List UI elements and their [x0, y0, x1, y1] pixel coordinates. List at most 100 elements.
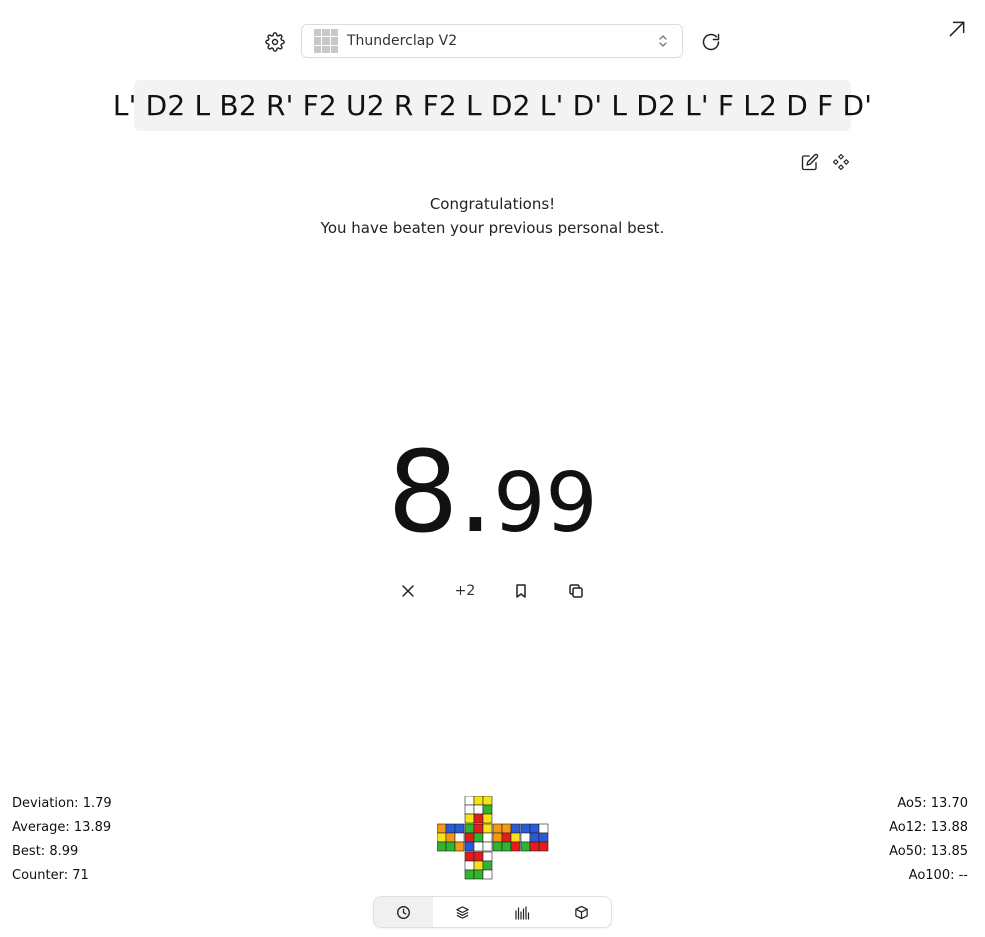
cube-sticker-u-2: [482, 796, 493, 806]
edit-scramble-button[interactable]: [799, 151, 821, 173]
message-title: Congratulations!: [429, 195, 556, 213]
cube-sticker-r-5: [510, 832, 521, 843]
cube-sticker-b-5: [538, 832, 549, 843]
cube-sticker-f-8: [482, 841, 493, 852]
cube-sticker-d-4: [473, 860, 484, 871]
settings-button[interactable]: [262, 29, 288, 55]
cube-sticker-b-8: [538, 841, 549, 852]
personal-best-message: Congratulations! You have beaten your pr…: [0, 192, 985, 240]
bottom-nav: [373, 896, 612, 928]
cube-sticker-l-0: [437, 823, 447, 834]
cube-sticker-f-0: [464, 823, 475, 834]
gear-icon: [265, 32, 285, 52]
message-body: You have beaten your previous personal b…: [320, 219, 665, 237]
cube-sticker-r-1: [501, 823, 512, 834]
copy-icon: [569, 584, 583, 598]
cube-sticker-b-3: [520, 832, 531, 843]
scramble-preview-cube-net: [437, 796, 549, 880]
cube-sticker-f-6: [464, 841, 475, 852]
cube-tab[interactable]: [552, 897, 611, 927]
close-icon: [402, 585, 414, 597]
cube-sticker-l-5: [454, 832, 465, 843]
cube-sticker-l-7: [445, 841, 456, 852]
cube-icon: [575, 905, 588, 919]
cube-sticker-r-8: [510, 841, 521, 852]
timer-separator: .: [457, 428, 494, 558]
cube-sticker-u-4: [473, 804, 484, 815]
cube-sticker-u-5: [482, 804, 493, 815]
stat-ao100: Ao100: --: [908, 868, 968, 883]
fullscreen-button[interactable]: [945, 17, 969, 41]
cube-sticker-l-6: [437, 841, 447, 852]
cube-sticker-f-5: [482, 832, 493, 843]
cube-sticker-l-8: [454, 841, 465, 852]
cube-sticker-r-4: [501, 832, 512, 843]
cube-sticker-b-7: [529, 841, 540, 852]
scramble-mode-button[interactable]: [830, 151, 852, 173]
cube-sticker-r-7: [501, 841, 512, 852]
clock-icon: [397, 905, 411, 919]
cube-sticker-l-1: [445, 823, 456, 834]
cube-sticker-f-7: [473, 841, 484, 852]
timer-fraction: 99: [493, 456, 598, 551]
cube-sticker-r-2: [510, 823, 521, 834]
puzzle-select[interactable]: Thunderclap V2: [301, 24, 683, 58]
stat-ao12: Ao12: 13.88: [889, 820, 968, 835]
puzzle-thumbnail-icon: [314, 29, 338, 53]
move-diamond-icon: [832, 153, 850, 171]
layers-icon: [456, 905, 470, 919]
cube-sticker-d-6: [464, 869, 475, 880]
stats-tab[interactable]: [493, 897, 552, 927]
arrow-up-right-icon: [949, 21, 965, 37]
cube-sticker-u-7: [473, 813, 484, 824]
plus-two-button[interactable]: +2: [451, 579, 479, 603]
cube-sticker-u-0: [464, 796, 475, 806]
stat-ao50: Ao50: 13.85: [889, 844, 968, 859]
bar-chart-icon: [515, 905, 530, 920]
bookmark-icon: [516, 584, 526, 598]
cube-sticker-d-1: [473, 851, 484, 862]
cube-sticker-r-3: [492, 832, 503, 843]
scramble-text: L' D2 L B2 R' F2 U2 R F2 L D2 L' D' L D2…: [113, 80, 872, 131]
edit-icon: [801, 153, 819, 171]
stat-ao5: Ao5: 13.70: [897, 796, 968, 811]
cube-sticker-b-4: [529, 832, 540, 843]
cube-sticker-u-8: [482, 813, 493, 824]
cube-sticker-f-3: [464, 832, 475, 843]
cube-sticker-l-2: [454, 823, 465, 834]
timer-tab[interactable]: [374, 897, 434, 927]
timer-seconds: 8: [387, 428, 458, 558]
stat-deviation: Deviation: 1.79: [12, 796, 112, 811]
timer-display[interactable]: 8.99: [0, 428, 985, 558]
stat-counter: Counter: 71: [12, 868, 89, 883]
chevron-up-down-icon: [658, 34, 668, 48]
cube-sticker-d-7: [473, 869, 484, 880]
cube-sticker-b-6: [520, 841, 531, 852]
sessions-tab[interactable]: [433, 897, 492, 927]
cube-sticker-f-4: [473, 832, 484, 843]
cube-sticker-u-1: [473, 796, 484, 806]
cube-sticker-d-3: [464, 860, 475, 871]
cube-sticker-l-4: [445, 832, 456, 843]
cube-sticker-l-3: [437, 832, 447, 843]
puzzle-name: Thunderclap V2: [347, 33, 458, 49]
cube-sticker-d-8: [482, 869, 493, 880]
cube-sticker-r-0: [492, 823, 503, 834]
bookmark-button[interactable]: [509, 579, 533, 603]
new-scramble-button[interactable]: [698, 29, 724, 55]
stat-best: Best: 8.99: [12, 844, 79, 859]
cube-sticker-d-2: [482, 851, 493, 862]
stat-average: Average: 13.89: [12, 820, 112, 835]
cube-sticker-d-5: [482, 860, 493, 871]
session-stats: Deviation: 1.79 Average: 13.89 Best: 8.9…: [12, 792, 112, 888]
cube-sticker-f-2: [482, 823, 493, 834]
cube-sticker-b-1: [529, 823, 540, 834]
cube-sticker-f-1: [473, 823, 484, 834]
cube-sticker-b-2: [538, 823, 549, 834]
cube-sticker-d-0: [464, 851, 475, 862]
copy-button[interactable]: [564, 579, 588, 603]
cube-sticker-u-6: [464, 813, 475, 824]
dnf-button[interactable]: [396, 579, 420, 603]
cube-sticker-r-6: [492, 841, 503, 852]
average-stats: Ao5: 13.70 Ao12: 13.88 Ao50: 13.85 Ao100…: [889, 792, 968, 888]
